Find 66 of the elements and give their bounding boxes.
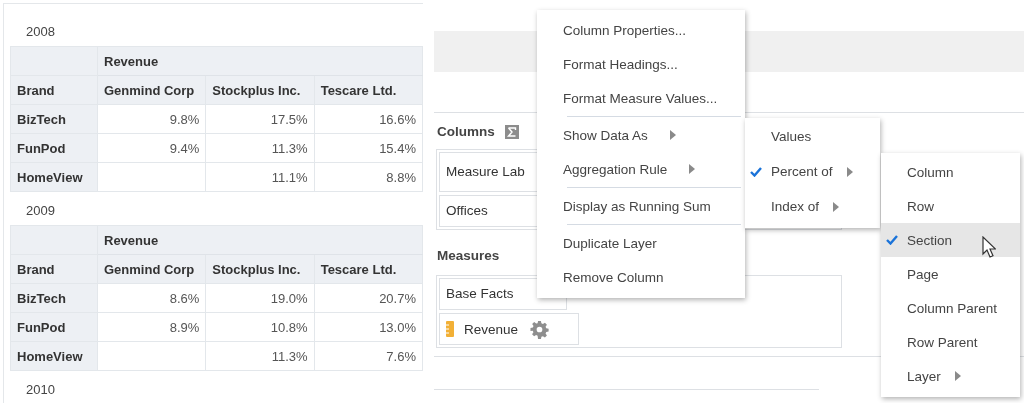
row-label: BizTech [10, 104, 98, 134]
menu-item[interactable]: Values [771, 129, 812, 144]
measure-header: Revenue [97, 225, 423, 255]
check-icon [750, 166, 762, 177]
menu-item[interactable]: Aggregation Rule [537, 152, 745, 186]
year-label: 2008 [25, 23, 56, 41]
menu-item[interactable]: Page [907, 266, 939, 282]
row-label: FunPod [10, 133, 98, 163]
menu-item[interactable]: Row Parent [907, 334, 978, 350]
menu-item[interactable]: Percent of [771, 164, 833, 179]
table-cell: 8.8% [314, 162, 423, 192]
ruler-icon [446, 321, 454, 337]
table-cell: 7.6% [314, 341, 423, 371]
menu-item[interactable]: Duplicate Layer [537, 226, 745, 260]
menu-item[interactable]: Format Measure Values... [537, 81, 745, 115]
menu-item[interactable]: Index of [771, 199, 820, 214]
table-cell: 17.5% [205, 104, 315, 134]
measure-item[interactable]: Revenue [464, 321, 519, 337]
row-label: BizTech [10, 283, 98, 313]
column-header: Stockplus Inc. [205, 254, 315, 284]
row-label: HomeView [10, 341, 98, 371]
table-cell: 9.8% [97, 104, 206, 134]
column-header: Tescare Ltd. [314, 75, 423, 105]
mouse-pointer-icon [982, 236, 996, 258]
table-cell: 9.4% [97, 133, 206, 163]
menu-item[interactable]: Format Headings... [537, 47, 745, 81]
table-cell: 11.3% [205, 133, 315, 163]
column-header: Tescare Ltd. [314, 254, 423, 284]
table-cell: 11.3% [205, 341, 315, 371]
submenu-arrow-icon [689, 164, 696, 174]
year-label: 2010 [25, 381, 56, 399]
table-cell: 8.9% [97, 312, 206, 342]
menu-item[interactable]: Column Properties... [537, 13, 745, 47]
table-cell: 10.8% [205, 312, 315, 342]
table-cell: 15.4% [314, 133, 423, 163]
submenu-arrow-icon [833, 201, 840, 212]
measure-header: Revenue [97, 46, 423, 76]
row-label: FunPod [10, 312, 98, 342]
menu-item[interactable]: Show Data As [537, 118, 745, 152]
table-cell: 11.1% [205, 162, 315, 192]
column-header: Genmind Corp [97, 254, 206, 284]
sigma-icon[interactable] [504, 125, 519, 139]
column-header: Genmind Corp [97, 75, 206, 105]
row-header: Brand [10, 254, 98, 284]
menu-item[interactable]: Display as Running Sum [537, 189, 745, 223]
column-header: Stockplus Inc. [205, 75, 315, 105]
row-header: Brand [10, 75, 98, 105]
table-cell: 16.6% [314, 104, 423, 134]
table-cell: 8.6% [97, 283, 206, 313]
menu-item[interactable]: Column [907, 164, 954, 180]
menu-item[interactable]: Section [907, 232, 953, 248]
table-cell: 13.0% [314, 312, 423, 342]
section-title: Measures [437, 247, 500, 263]
row-label: HomeView [10, 162, 98, 192]
section-title: Columns [437, 123, 495, 139]
year-label: 2009 [25, 202, 56, 220]
gear-icon[interactable] [530, 319, 550, 339]
menu-item[interactable]: Row [907, 198, 934, 214]
check-icon [886, 235, 898, 245]
table-cell: 20.7% [314, 283, 423, 313]
submenu-arrow-icon [954, 371, 961, 381]
submenu-arrow-icon [846, 166, 853, 177]
table-cell: 19.0% [205, 283, 315, 313]
menu-item[interactable]: Column Parent [907, 300, 998, 316]
submenu-arrow-icon [669, 130, 676, 140]
menu-item[interactable]: Layer [907, 368, 941, 384]
